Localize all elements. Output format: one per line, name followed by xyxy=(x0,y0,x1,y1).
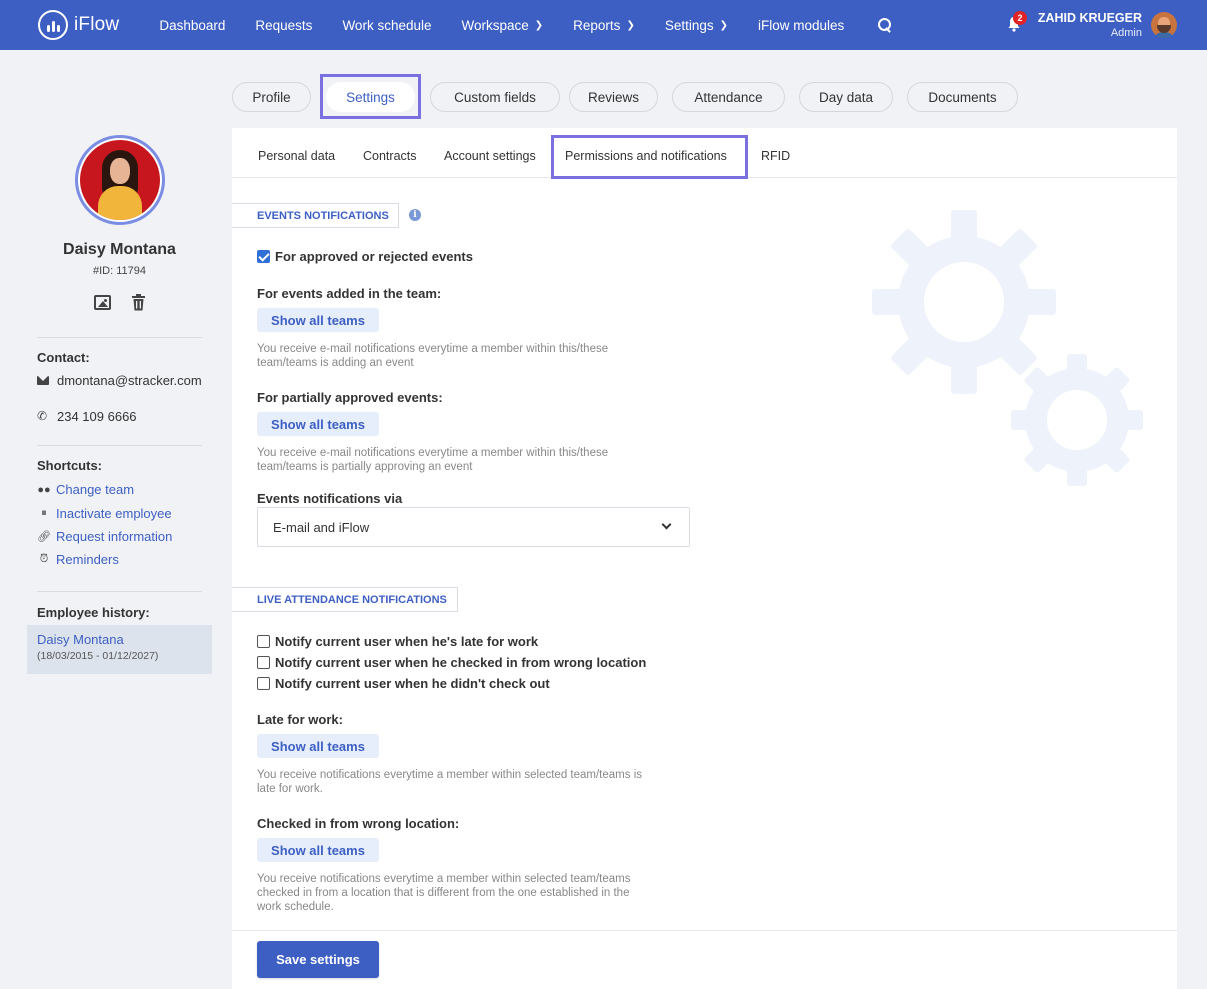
user-avatar[interactable] xyxy=(1151,12,1177,38)
subtab-permissions-notifications[interactable]: Permissions and notifications xyxy=(565,149,727,163)
shortcut-change-team[interactable]: ●● Change team xyxy=(37,482,134,497)
settings-card: Personal data Contracts Account settings… xyxy=(232,128,1177,989)
alarm-clock-icon: ⏰︎ xyxy=(39,553,49,565)
iflow-logo-icon xyxy=(38,10,68,40)
live-attendance-heading: LIVE ATTENDANCE NOTIFICATIONS xyxy=(232,587,458,612)
nav-workspace[interactable]: Workspace ❯ xyxy=(461,18,543,33)
link-icon: 🔗︎ xyxy=(37,531,51,543)
chevron-right-icon: ❯ xyxy=(626,19,635,31)
divider xyxy=(37,591,202,592)
shortcut-reminders[interactable]: ⏰︎ Reminders xyxy=(37,552,119,567)
late-for-work-checkbox[interactable] xyxy=(257,635,270,648)
chevron-right-icon: ❯ xyxy=(719,19,728,31)
notification-badge: 2 xyxy=(1013,11,1027,25)
shortcut-inactivate-employee[interactable]: ⏸ Inactivate employee xyxy=(37,506,171,521)
approved-rejected-checkbox-row[interactable]: For approved or rejected events xyxy=(257,249,473,264)
events-added-help: You receive e-mail notifications everyti… xyxy=(257,343,609,369)
tab-profile[interactable]: Profile xyxy=(232,82,311,112)
tab-settings[interactable]: Settings xyxy=(326,82,415,112)
top-navigation-bar: iFlow Dashboard Requests Work schedule W… xyxy=(0,0,1207,50)
shortcut-request-information[interactable]: 🔗︎ Request information xyxy=(37,529,172,544)
tab-custom-fields[interactable]: Custom fields xyxy=(430,82,560,112)
late-for-work-label: Late for work: xyxy=(257,712,343,727)
subtab-account-settings[interactable]: Account settings xyxy=(444,149,536,163)
nav-settings[interactable]: Settings ❯ xyxy=(665,18,728,33)
envelope-icon xyxy=(37,376,49,385)
notifications-via-select[interactable]: E-mail and iFlow xyxy=(257,507,690,547)
app-name: iFlow xyxy=(74,14,120,35)
nav-requests[interactable]: Requests xyxy=(255,18,312,33)
wrong-location-checkbox-row[interactable]: Notify current user when he checked in f… xyxy=(257,655,646,670)
info-icon[interactable]: i xyxy=(409,209,421,221)
divider xyxy=(37,337,202,338)
late-for-work-checkbox-row[interactable]: Notify current user when he's late for w… xyxy=(257,634,538,649)
chevron-down-icon xyxy=(661,519,672,530)
contact-heading: Contact: xyxy=(37,350,90,365)
tab-documents[interactable]: Documents xyxy=(907,82,1018,112)
app-logo[interactable]: iFlow xyxy=(38,10,119,40)
chevron-right-icon: ❯ xyxy=(534,19,544,31)
contact-phone: ✆ 234 109 6666 xyxy=(37,409,137,424)
tab-day-data[interactable]: Day data xyxy=(799,82,893,112)
late-for-work-help: You receive notifications everytime a me… xyxy=(257,769,642,795)
notifications-via-label: Events notifications via xyxy=(257,491,403,506)
events-added-label: For events added in the team: xyxy=(257,286,442,301)
subtab-rfid[interactable]: RFID xyxy=(761,149,790,163)
nav-work-schedule[interactable]: Work schedule xyxy=(342,18,431,33)
employee-name: Daisy Montana xyxy=(63,241,176,258)
search-icon xyxy=(878,18,892,32)
subtab-personal-data[interactable]: Personal data xyxy=(258,149,335,163)
users-icon: ●● xyxy=(37,483,51,496)
events-notifications-heading: EVENTS NOTIFICATIONS xyxy=(232,203,399,228)
history-dates: (18/03/2015 - 01/12/2027) xyxy=(37,650,159,662)
pause-circle-icon: ⏸ xyxy=(41,507,47,519)
no-checkout-checkbox[interactable] xyxy=(257,677,270,690)
footer-divider xyxy=(232,930,1177,931)
gears-illustration xyxy=(872,210,1143,486)
show-all-teams-late-button[interactable]: Show all teams xyxy=(257,734,379,758)
image-icon[interactable] xyxy=(94,295,111,310)
wrong-location-help: You receive notifications everytime a me… xyxy=(257,873,631,913)
tab-reviews[interactable]: Reviews xyxy=(569,82,658,112)
main-nav: Dashboard Requests Work schedule Workspa… xyxy=(159,18,922,33)
employee-history-heading: Employee history: xyxy=(37,605,150,620)
partially-approved-label: For partially approved events: xyxy=(257,390,443,405)
nav-reports[interactable]: Reports ❯ xyxy=(573,18,635,33)
sub-tabs: Personal data Contracts Account settings… xyxy=(232,128,1177,179)
user-role: Admin xyxy=(1110,27,1142,39)
approved-rejected-checkbox[interactable] xyxy=(257,250,270,263)
save-settings-button[interactable]: Save settings xyxy=(257,941,379,978)
wrong-location-checkbox[interactable] xyxy=(257,656,270,669)
nav-dashboard[interactable]: Dashboard xyxy=(159,18,225,33)
nav-search[interactable] xyxy=(874,18,892,33)
history-name: Daisy Montana xyxy=(37,632,124,647)
nav-iflow-modules[interactable]: iFlow modules xyxy=(758,18,844,33)
trash-icon[interactable] xyxy=(131,294,146,311)
divider xyxy=(37,445,202,446)
shortcuts-heading: Shortcuts: xyxy=(37,458,102,473)
employee-id: #ID: 11794 xyxy=(92,265,146,277)
user-name[interactable]: ZAHID KRUEGER xyxy=(1038,11,1142,25)
subtab-contracts[interactable]: Contracts xyxy=(363,149,417,163)
employee-avatar xyxy=(75,135,165,225)
tab-attendance[interactable]: Attendance xyxy=(672,82,785,112)
wrong-location-label: Checked in from wrong location: xyxy=(257,816,460,831)
phone-icon: ✆ xyxy=(37,409,48,423)
partially-approved-help: You receive e-mail notifications everyti… xyxy=(257,447,609,473)
no-checkout-checkbox-row[interactable]: Notify current user when he didn't check… xyxy=(257,676,550,691)
contact-email: dmontana@stracker.com xyxy=(37,372,202,390)
show-all-teams-added-button[interactable]: Show all teams xyxy=(257,308,379,332)
show-all-teams-partial-button[interactable]: Show all teams xyxy=(257,412,379,436)
show-all-teams-wrong-location-button[interactable]: Show all teams xyxy=(257,838,379,862)
employee-history-item[interactable]: Daisy Montana (18/03/2015 - 01/12/2027) xyxy=(27,625,212,674)
